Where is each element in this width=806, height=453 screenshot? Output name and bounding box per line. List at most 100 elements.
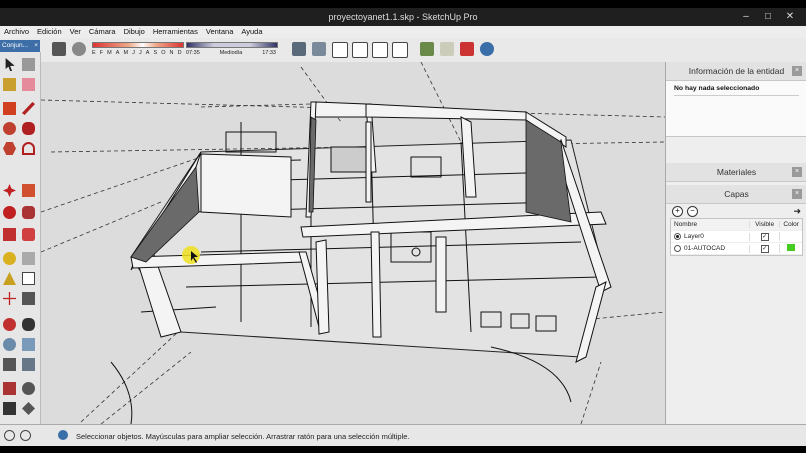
iso-view-icon[interactable] bbox=[292, 42, 306, 56]
tray-tab[interactable]: Conjun... × bbox=[0, 40, 40, 52]
layers-toolbar: + − ➜ bbox=[666, 204, 806, 218]
scale-icon[interactable] bbox=[3, 228, 16, 241]
month-label: E bbox=[92, 50, 96, 56]
line-icon[interactable] bbox=[22, 102, 35, 115]
tray-close-icon[interactable]: × bbox=[34, 40, 38, 52]
rotate-icon[interactable] bbox=[3, 206, 16, 219]
entity-info-header[interactable]: Información de la entidad × bbox=[666, 62, 806, 81]
menu-camara[interactable]: Cámara bbox=[85, 26, 120, 38]
fog-toggle-icon[interactable] bbox=[72, 42, 86, 56]
layer-visible-checkbox[interactable]: ✓ bbox=[760, 244, 769, 253]
active-layer-radio[interactable] bbox=[674, 245, 681, 252]
tape-measure-icon[interactable] bbox=[3, 252, 16, 265]
axes-icon[interactable] bbox=[3, 292, 16, 305]
credits-icon[interactable] bbox=[20, 430, 31, 441]
help-icon[interactable] bbox=[58, 430, 68, 440]
column-color[interactable]: Color bbox=[779, 221, 802, 228]
layer-row[interactable]: Layer0 ✓ bbox=[671, 231, 802, 243]
zoom-window-icon[interactable] bbox=[22, 338, 35, 351]
circle-icon[interactable] bbox=[3, 122, 16, 135]
left-view-icon[interactable] bbox=[392, 42, 408, 58]
month-label: M bbox=[123, 50, 129, 56]
layers-close-icon[interactable]: × bbox=[792, 189, 802, 199]
layer-visible-checkbox[interactable]: ✓ bbox=[760, 232, 769, 241]
extension-warehouse-icon[interactable] bbox=[460, 42, 474, 56]
look-around-icon[interactable] bbox=[22, 382, 35, 395]
entity-info-close-icon[interactable]: × bbox=[792, 66, 802, 76]
close-icon[interactable]: ✕ bbox=[782, 11, 798, 22]
layer-color-swatch[interactable] bbox=[787, 232, 796, 239]
active-layer-radio[interactable] bbox=[674, 233, 681, 240]
window-title: proyectoyanet1.1.skp - SketchUp Pro bbox=[328, 12, 478, 22]
zoom-icon[interactable] bbox=[3, 338, 16, 351]
menu-archivo[interactable]: Archivo bbox=[0, 26, 33, 38]
dimension-icon[interactable] bbox=[22, 252, 35, 265]
arc-icon[interactable] bbox=[22, 142, 35, 155]
minimize-icon[interactable]: – bbox=[738, 11, 754, 22]
left-toolbar bbox=[0, 52, 41, 424]
maximize-icon[interactable]: □ bbox=[760, 11, 776, 22]
3d-text-icon[interactable] bbox=[22, 292, 35, 305]
polygon-icon[interactable] bbox=[3, 142, 16, 155]
make-component-icon[interactable] bbox=[22, 58, 35, 71]
top-view-icon[interactable] bbox=[312, 42, 326, 56]
menu-dibujo[interactable]: Dibujo bbox=[120, 26, 149, 38]
layer-details-icon[interactable]: ➜ bbox=[793, 206, 801, 217]
3d-warehouse-icon[interactable] bbox=[420, 42, 434, 56]
date-bar[interactable] bbox=[92, 42, 184, 48]
layer-row[interactable]: 01-AUTOCAD ✓ bbox=[671, 243, 802, 255]
menu-ayuda[interactable]: Ayuda bbox=[237, 26, 266, 38]
freehand-icon[interactable] bbox=[22, 122, 35, 135]
model-viewport[interactable] bbox=[41, 62, 665, 424]
text-icon[interactable] bbox=[22, 272, 35, 285]
protractor-icon[interactable] bbox=[3, 272, 16, 285]
layers-header[interactable]: Capas × bbox=[666, 185, 806, 204]
share-model-icon[interactable] bbox=[440, 42, 454, 56]
month-label: A bbox=[145, 50, 150, 56]
add-layer-icon[interactable]: + bbox=[672, 205, 683, 217]
select-arrow-icon[interactable] bbox=[5, 58, 15, 71]
time-mid: Mediodía bbox=[219, 50, 243, 56]
materials-header[interactable]: Materiales × bbox=[666, 163, 806, 182]
column-visible[interactable]: Visible bbox=[748, 221, 780, 228]
position-camera-icon[interactable] bbox=[3, 382, 16, 395]
move-icon[interactable] bbox=[3, 184, 16, 197]
pan-icon[interactable] bbox=[22, 318, 35, 331]
layers-table: Nombre Visible Color Layer0 ✓ 01-AUTOCAD… bbox=[670, 218, 803, 256]
remove-layer-icon[interactable]: − bbox=[687, 205, 698, 217]
offset-icon[interactable] bbox=[22, 228, 35, 241]
right-view-icon[interactable] bbox=[352, 42, 368, 58]
orbit-icon[interactable] bbox=[3, 318, 16, 331]
follow-me-icon[interactable] bbox=[22, 206, 35, 219]
status-bar: Seleccionar objetos. Mayúsculas para amp… bbox=[0, 424, 806, 447]
month-label: J bbox=[138, 50, 143, 56]
front-view-icon[interactable] bbox=[332, 42, 348, 58]
layer-name: 01-AUTOCAD bbox=[684, 245, 726, 252]
previous-view-icon[interactable] bbox=[3, 358, 16, 371]
shadows-toggle-icon[interactable] bbox=[52, 42, 66, 56]
column-name[interactable]: Nombre bbox=[671, 221, 749, 228]
menu-ventana[interactable]: Ventana bbox=[202, 26, 238, 38]
rectangle-icon[interactable] bbox=[3, 102, 16, 115]
geo-icon[interactable] bbox=[4, 430, 15, 441]
time-bar[interactable] bbox=[186, 42, 278, 48]
layer-color-swatch[interactable] bbox=[787, 244, 796, 251]
walk-icon[interactable] bbox=[3, 402, 16, 415]
section-plane-icon[interactable] bbox=[22, 402, 35, 415]
back-view-icon[interactable] bbox=[372, 42, 388, 58]
zoom-extents-icon[interactable] bbox=[22, 358, 35, 371]
model-drawing[interactable] bbox=[41, 62, 665, 424]
menu-herramientas[interactable]: Herramientas bbox=[149, 26, 202, 38]
materials-close-icon[interactable]: × bbox=[792, 167, 802, 177]
shadow-time-slider[interactable]: 07:35 Mediodía 17:33 bbox=[186, 42, 278, 60]
menu-ver[interactable]: Ver bbox=[66, 26, 85, 38]
paint-bucket-icon[interactable] bbox=[3, 78, 16, 91]
month-label: N bbox=[169, 50, 174, 56]
time-end: 17:33 bbox=[262, 50, 276, 56]
eraser-icon[interactable] bbox=[22, 78, 35, 91]
entity-info-title: Información de la entidad bbox=[688, 66, 785, 76]
menu-edicion[interactable]: Edición bbox=[33, 26, 66, 38]
geolocation-icon[interactable] bbox=[480, 42, 494, 56]
shadow-date-slider[interactable]: E F M A M J J A S O N D bbox=[92, 42, 184, 60]
push-pull-icon[interactable] bbox=[22, 184, 35, 197]
